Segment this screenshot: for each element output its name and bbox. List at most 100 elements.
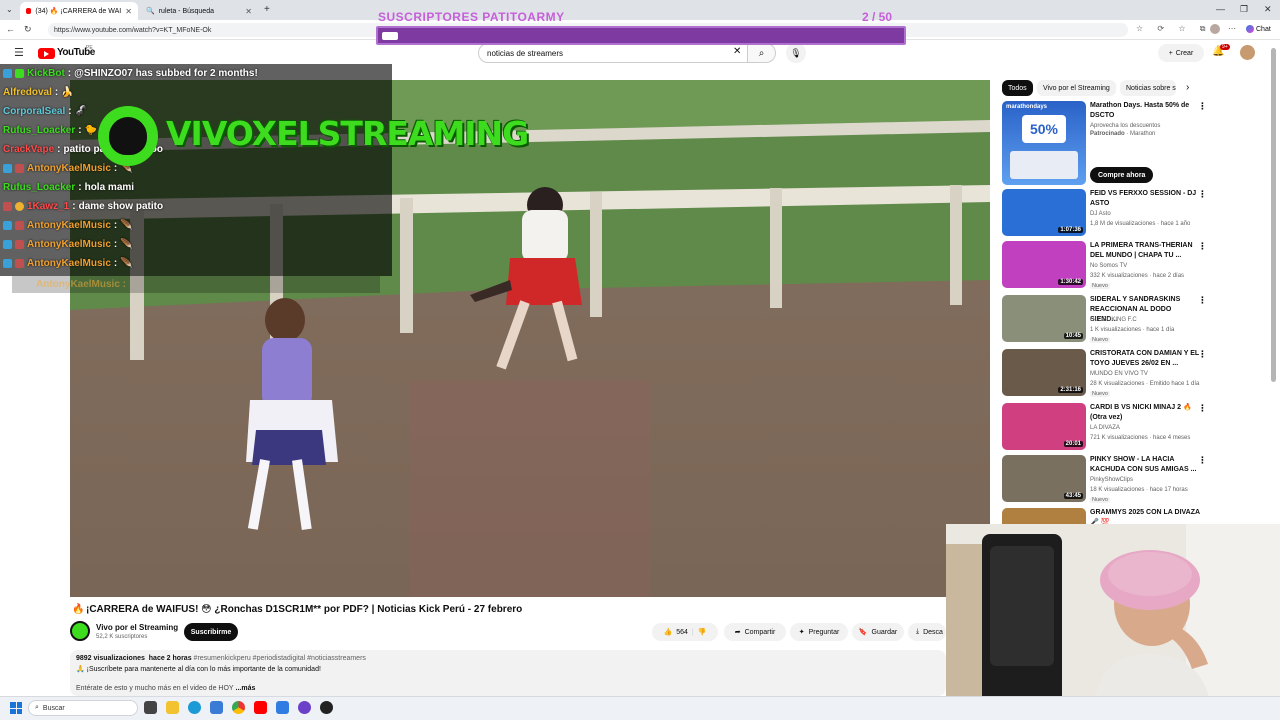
recommendation-meta: 1,8 M de visualizaciones · hace 1 año: [1090, 221, 1191, 227]
voice-search-button[interactable]: 🎙: [786, 43, 806, 63]
more-options-icon[interactable]: ⋮: [1198, 349, 1207, 360]
bookmark-icon: 🔖: [858, 629, 868, 636]
save-button[interactable]: 🔖 Guardar: [852, 623, 904, 641]
ask-label: Preguntar: [808, 628, 840, 636]
download-button[interactable]: ⤓ Desca: [908, 623, 946, 641]
download-label: Desca: [923, 628, 943, 636]
taskbar-search[interactable]: ⌕ Buscar: [28, 700, 138, 716]
search-input[interactable]: noticias de streamers: [478, 43, 748, 63]
tab-search[interactable]: 🔍 ruleta - Búsqueda ✕: [140, 2, 258, 20]
photos-icon[interactable]: [276, 701, 289, 714]
chip-news[interactable]: Noticias sobre s: [1120, 80, 1176, 96]
recommendation-item[interactable]: 20:01 CARDI B VS NICKI MINAJ 2 🔥 (Otra v…: [1002, 403, 1272, 453]
close-tab-icon[interactable]: ✕: [245, 7, 252, 16]
show-more-link[interactable]: ...más: [236, 685, 256, 692]
microphone-icon: 🎙: [790, 47, 802, 58]
chat-message: Rufus_Loacker: 🐤: [3, 122, 97, 139]
back-arrow-icon[interactable]: ←: [6, 24, 15, 34]
new-tab-button[interactable]: +: [264, 4, 270, 15]
youtube-favicon-icon: [26, 8, 32, 14]
like-button[interactable]: 👍 564: [664, 628, 688, 637]
ad-cta-button[interactable]: Compre ahora: [1090, 167, 1154, 183]
tab-label: ruleta - Búsqueda: [158, 7, 214, 15]
more-menu-icon[interactable]: ⋯: [1228, 24, 1236, 33]
user-avatar[interactable]: [1240, 45, 1255, 60]
recommendation-title: FEID VS FERXXO SESSION - DJ ASTO: [1090, 190, 1197, 207]
share-button[interactable]: ➦ Compartir: [724, 623, 786, 641]
view-count: 9892 visualizaciones: [76, 655, 145, 662]
chrome-icon[interactable]: [232, 701, 245, 714]
chat-username: AntonyKaelMusic: [27, 220, 111, 231]
recommendation-item[interactable]: 2:31:16 CRISTORATA CON DAMIAN Y EL TOYO …: [1002, 349, 1272, 399]
recommendation-item[interactable]: GRAMMYS 2025 CON LA DIVAZA 🎤 💯: [1002, 508, 1272, 524]
sponsored-ad[interactable]: marathondays 50% Marathon Days. Hasta 50…: [1002, 101, 1272, 187]
stream-chat-overlay: KickBot: @SHINZO07 has subbed for 2 mont…: [0, 64, 392, 276]
chat-username: Rufus_Loacker: [3, 125, 76, 136]
recommendation-item[interactable]: 1:07:36 FEID VS FERXXO SESSION - DJ ASTO…: [1002, 189, 1272, 239]
chip-channel[interactable]: Vivo por el Streaming: [1037, 80, 1116, 96]
store-icon[interactable]: [210, 701, 223, 714]
sub-goal-title: SUSCRIPTORES PATITOARMY: [378, 10, 565, 24]
save-label: Guardar: [871, 628, 898, 636]
close-tab-icon[interactable]: ✕: [125, 7, 132, 16]
video-thumbnail: 1:30:42: [1002, 241, 1086, 288]
clear-search-icon[interactable]: ✕: [733, 46, 741, 57]
subscribe-button[interactable]: Suscribirme: [184, 623, 238, 641]
more-options-icon[interactable]: ⋮: [1198, 295, 1207, 306]
refresh-icon[interactable]: ↻: [24, 24, 32, 35]
chip-all[interactable]: Todos: [1002, 80, 1033, 96]
channel-name[interactable]: Vivo por el Streaming: [96, 623, 178, 632]
obs-icon[interactable]: [298, 701, 311, 714]
file-explorer-icon[interactable]: [166, 701, 179, 714]
duration-badge: 1:30:42: [1058, 279, 1083, 285]
chat-message: CorporalSeal: 🦨: [3, 103, 87, 120]
more-options-icon[interactable]: ⋮: [1198, 101, 1207, 112]
recommendation-item[interactable]: 1:30:42 LA PRIMERA TRANS-THERIAN DEL MUN…: [1002, 241, 1272, 291]
search-button[interactable]: ⌕: [748, 43, 776, 63]
chat-emote: 🦨: [74, 106, 88, 117]
tab-youtube[interactable]: (34) 🔥 ¡CARRERA de WAIFUS! 😳 ¿R... ✕: [20, 2, 138, 20]
youtube-app-icon[interactable]: [254, 701, 267, 714]
more-options-icon[interactable]: ⋮: [1198, 241, 1207, 252]
ask-button[interactable]: ✦ Preguntar: [790, 623, 848, 641]
dislike-button[interactable]: 👎: [698, 628, 707, 636]
chat-message: AntonyKaelMusic: 🪶: [3, 236, 133, 253]
chat-username: CorporalSeal: [3, 106, 66, 117]
chat-separator: :: [113, 239, 118, 250]
app-icon[interactable]: [320, 701, 333, 714]
more-options-icon[interactable]: ⋮: [1198, 189, 1207, 200]
new-badge: Nuevo: [1090, 391, 1110, 397]
subscriber-count: 52,2 K suscriptores: [96, 634, 148, 640]
page-scrollbar[interactable]: [1271, 48, 1276, 382]
windows-start-icon[interactable]: [10, 702, 22, 714]
hashtags[interactable]: #resumenkickperu #periodistadigital #not…: [194, 655, 366, 662]
channel-avatar[interactable]: [70, 621, 90, 641]
close-window-button[interactable]: ✕: [1264, 4, 1272, 15]
minimize-button[interactable]: —: [1216, 4, 1225, 14]
hamburger-menu-icon[interactable]: ☰: [14, 46, 24, 59]
task-view-icon[interactable]: [144, 701, 157, 714]
video-thumbnail: [1002, 508, 1086, 524]
create-button[interactable]: + Crear: [1158, 44, 1204, 62]
chevron-right-icon[interactable]: ›: [1186, 82, 1189, 93]
video-title: ¡CARRERA de WAIFUS! 😳 ¿Ronchas D1SCR1M**…: [86, 604, 523, 615]
recommendation-meta: 28 K visualizaciones · Emitido hace 1 dí…: [1090, 381, 1200, 387]
subscriber-badge-icon: [15, 259, 24, 268]
edge-browser-icon[interactable]: [188, 701, 201, 714]
copilot-chat-button[interactable]: Chat: [1246, 25, 1271, 33]
more-options-icon[interactable]: ⋮: [1198, 403, 1207, 414]
maximize-button[interactable]: ❐: [1240, 4, 1248, 15]
chat-separator: :: [72, 201, 76, 212]
more-options-icon[interactable]: ⋮: [1198, 455, 1207, 466]
search-icon: ⌕: [35, 704, 39, 711]
recommendation-item[interactable]: 43:45 PINKY SHOW - LA HACIA KACHUDA CON …: [1002, 455, 1272, 505]
subscriber-badge-icon: [3, 202, 12, 211]
new-badge: Nuevo: [1090, 497, 1110, 503]
tab-menu-icon[interactable]: ⌄: [6, 5, 13, 14]
webcam-overlay: [946, 524, 1280, 720]
profile-avatar[interactable]: [1210, 24, 1220, 34]
browser-extension-icons[interactable]: ☆ ⟳ ☆ ⧉: [1136, 24, 1211, 34]
new-badge: Nuevo: [1090, 283, 1110, 289]
recommendation-item[interactable]: 10:45 SIDERAL Y SANDRASKINS REACCIONAN A…: [1002, 295, 1272, 345]
subscriber-badge-icon: [3, 164, 12, 173]
